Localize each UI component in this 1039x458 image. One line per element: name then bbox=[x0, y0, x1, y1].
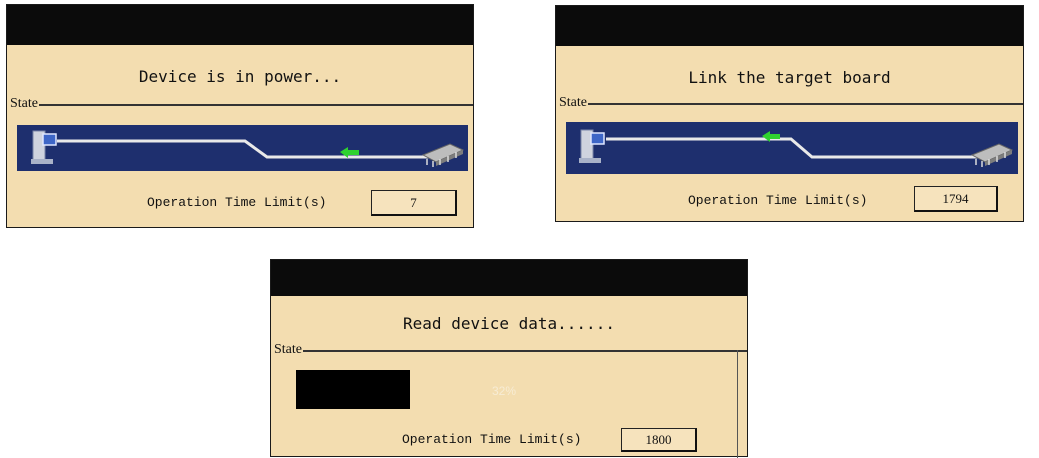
connection-status-band bbox=[17, 125, 468, 171]
progress-bar bbox=[296, 370, 410, 409]
state-group-border bbox=[273, 350, 747, 352]
chip-icon bbox=[970, 143, 1014, 167]
computer-icon bbox=[579, 129, 605, 163]
time-limit-label: Operation Time Limit(s) bbox=[688, 193, 868, 208]
state-group-label: State bbox=[9, 96, 39, 111]
state-group-label: State bbox=[558, 95, 588, 110]
title-bar[interactable] bbox=[7, 5, 473, 45]
power-dialog: Device is in power... State Operation Ti… bbox=[6, 4, 474, 228]
status-message: Device is in power... bbox=[138, 67, 342, 86]
chip-icon bbox=[421, 143, 465, 167]
status-message: Link the target board bbox=[688, 68, 891, 87]
connection-status-band bbox=[566, 122, 1018, 174]
time-limit-label: Operation Time Limit(s) bbox=[402, 432, 582, 447]
time-limit-label: Operation Time Limit(s) bbox=[147, 195, 327, 210]
link-dialog: Link the target board State Operation Ti… bbox=[555, 5, 1024, 222]
time-limit-field[interactable]: 1800 bbox=[621, 428, 697, 452]
title-bar[interactable] bbox=[271, 260, 747, 296]
title-bar[interactable] bbox=[556, 6, 1023, 46]
state-group-border bbox=[9, 104, 473, 106]
time-limit-field[interactable]: 1794 bbox=[914, 186, 998, 212]
status-message: Read device data...... bbox=[403, 314, 615, 333]
read-dialog: Read device data...... State 32% Operati… bbox=[270, 259, 748, 458]
link-cable bbox=[606, 137, 984, 159]
state-group-label: State bbox=[273, 342, 303, 357]
progress-percent: 32% bbox=[492, 384, 517, 398]
computer-icon bbox=[31, 130, 57, 164]
link-cable bbox=[57, 139, 435, 159]
state-group-right-border bbox=[737, 350, 738, 458]
state-group-border bbox=[558, 103, 1023, 105]
time-limit-field[interactable]: 7 bbox=[371, 190, 457, 216]
